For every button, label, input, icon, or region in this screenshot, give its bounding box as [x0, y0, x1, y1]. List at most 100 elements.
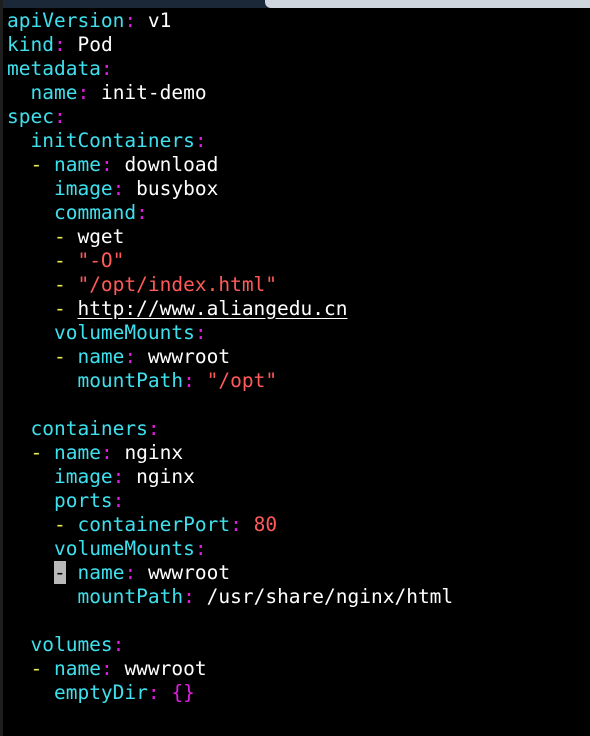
- key-colon: :: [147, 417, 160, 440]
- code-line: containers:: [7, 417, 453, 441]
- key-colon: :: [112, 489, 125, 512]
- key-colon: :: [183, 585, 195, 608]
- key-colon: :: [124, 561, 137, 584]
- list-dash: -: [53, 345, 78, 368]
- code-line: - http://www.aliangedu.cn: [7, 297, 453, 321]
- key-colon: :: [53, 105, 66, 128]
- code-line: emptyDir: {}: [7, 681, 453, 705]
- yaml-key: mountPath: [77, 585, 184, 608]
- yaml-key: name: [53, 153, 101, 176]
- yaml-key: volumeMounts: [53, 321, 195, 344]
- value-space: [113, 441, 125, 464]
- key-colon: :: [53, 33, 66, 56]
- yaml-key: ports: [53, 489, 113, 512]
- code-line: mountPath: "/opt": [7, 369, 453, 393]
- code-line: metadata:: [7, 57, 453, 81]
- value-space: [160, 681, 172, 704]
- key-colon: :: [194, 537, 207, 560]
- value-space: [66, 33, 78, 56]
- text-cursor: -: [53, 561, 66, 584]
- value-space: [113, 153, 125, 176]
- code-line: volumeMounts:: [7, 321, 453, 345]
- key-colon: :: [194, 321, 207, 344]
- code-line: volumes:: [7, 633, 453, 657]
- value-space: [124, 465, 136, 488]
- window-left-border: [0, 0, 3, 736]
- editor-text-area[interactable]: apiVersion: v1 kind: Pod metadata: name: i…: [7, 9, 453, 705]
- value-space: [242, 513, 254, 536]
- value-space: [136, 9, 148, 32]
- code-line: spec:: [7, 105, 453, 129]
- yaml-key: spec: [7, 105, 54, 128]
- yaml-key: name: [53, 441, 101, 464]
- key-colon: :: [136, 201, 148, 224]
- window-tab-edge: [265, 0, 590, 8]
- key-colon: :: [100, 153, 113, 176]
- code-line: - name: wwwroot: [7, 345, 453, 369]
- url-link[interactable]: http://www.aliangedu.cn: [77, 297, 347, 320]
- yaml-key: emptyDir: [53, 681, 148, 704]
- yaml-key: initContainers: [30, 129, 195, 152]
- yaml-value: download: [124, 153, 219, 176]
- yaml-value: 80: [253, 513, 278, 536]
- code-line: - name: wwwroot: [7, 561, 453, 585]
- yaml-key: command: [53, 201, 137, 224]
- yaml-value: Pod: [77, 33, 113, 56]
- key-colon: :: [100, 441, 113, 464]
- key-colon: :: [112, 177, 125, 200]
- yaml-key: name: [53, 657, 101, 680]
- value-space: [195, 369, 207, 392]
- yaml-key: volumes: [30, 633, 113, 656]
- value-space: [136, 345, 148, 368]
- key-colon: :: [230, 513, 242, 536]
- yaml-key: mountPath: [77, 369, 184, 392]
- list-dash: -: [30, 657, 54, 680]
- yaml-key: image: [53, 177, 113, 200]
- code-line: kind: Pod: [7, 33, 453, 57]
- yaml-value: wwwroot: [147, 561, 231, 584]
- code-line: image: nginx: [7, 465, 453, 489]
- key-colon: :: [124, 9, 137, 32]
- key-colon: :: [112, 633, 125, 656]
- code-line: - name: wwwroot: [7, 657, 453, 681]
- value-space: [124, 177, 136, 200]
- window-title-bar: [0, 0, 590, 8]
- code-line: image: busybox: [7, 177, 453, 201]
- yaml-value: {}: [171, 681, 195, 704]
- list-dash: -: [30, 153, 54, 176]
- code-line: apiVersion: v1: [7, 9, 453, 33]
- value-space: [113, 657, 125, 680]
- key-colon: :: [147, 681, 160, 704]
- list-dash: -: [53, 513, 78, 536]
- yaml-value: wwwroot: [147, 345, 231, 368]
- code-line: mountPath: /usr/share/nginx/html: [7, 585, 453, 609]
- code-line: ports:: [7, 489, 453, 513]
- yaml-value: wwwroot: [124, 657, 207, 680]
- code-line: command:: [7, 201, 453, 225]
- yaml-value: nginx: [124, 441, 184, 464]
- terminal-window[interactable]: apiVersion: v1 kind: Pod metadata: name: i…: [0, 0, 590, 736]
- value-space: [136, 561, 148, 584]
- key-colon: :: [100, 57, 113, 80]
- code-line: - "-O": [7, 249, 453, 273]
- list-dash: -: [53, 297, 78, 320]
- key-colon: :: [183, 369, 195, 392]
